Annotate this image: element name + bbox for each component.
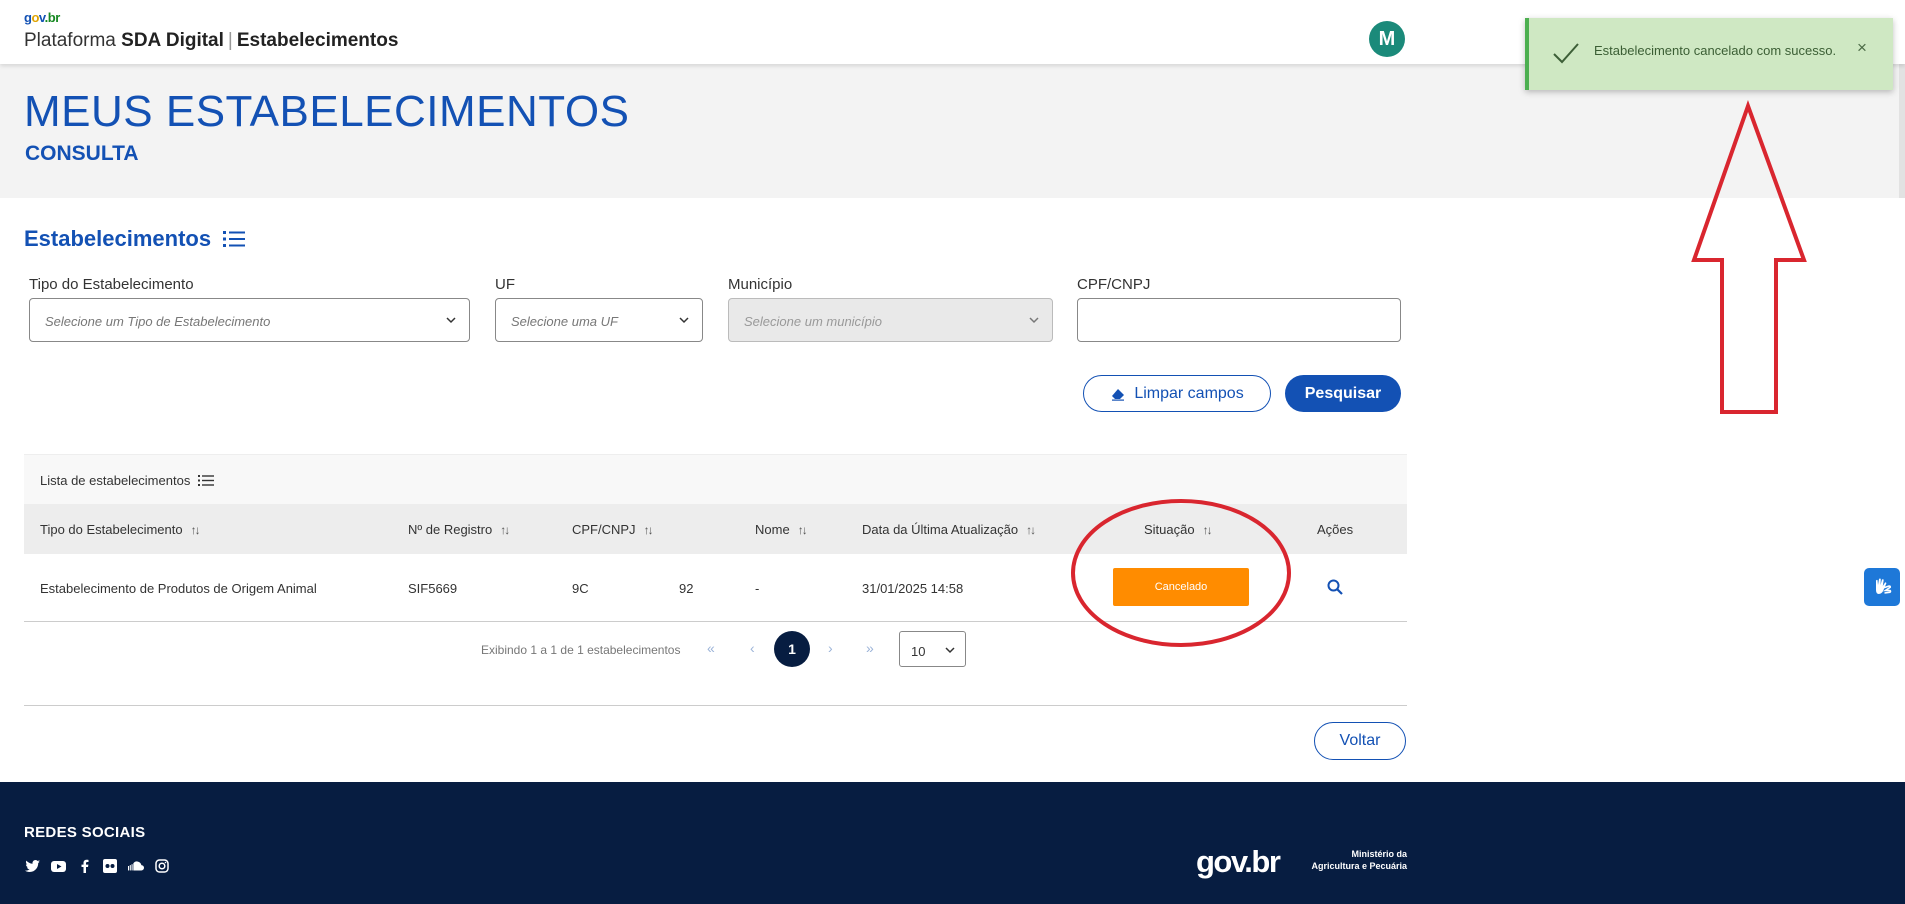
column-header-cpf[interactable]: CPF/CNPJ ↑↓ — [572, 522, 654, 537]
youtube-icon[interactable] — [50, 858, 66, 874]
check-icon — [1553, 43, 1579, 64]
footer: REDES SOCIAIS gov.br Ministério da Agric… — [0, 782, 1905, 904]
back-button[interactable]: Voltar — [1314, 722, 1406, 760]
column-header-situacao[interactable]: Situação ↑↓ — [1144, 522, 1213, 537]
cpf-input[interactable] — [1077, 298, 1401, 342]
page: gov.br Plataforma SDA Digital | Estabeleci… — [0, 0, 1905, 904]
eraser-icon — [1112, 388, 1125, 401]
platform-name: SDA Digital — [121, 30, 224, 51]
column-header-label: Tipo do Estabelecimento — [40, 522, 183, 537]
section-title-text: Estabelecimentos — [24, 226, 212, 251]
search-button-label: Pesquisar — [1304, 384, 1382, 402]
status-badge: Cancelado — [1113, 568, 1249, 606]
instagram-icon[interactable] — [154, 858, 170, 874]
sign-language-icon — [1876, 578, 1892, 594]
prev-page-button[interactable]: ‹ — [750, 640, 755, 656]
facebook-icon[interactable] — [76, 858, 92, 874]
user-avatar[interactable]: M — [1369, 21, 1405, 57]
chevron-down-icon — [1029, 317, 1039, 324]
first-page-button[interactable]: « — [707, 640, 715, 656]
ministerio-logo[interactable]: Ministério da Agricultura e Pecuária — [1300, 848, 1407, 872]
results-table: Lista de estabelecimentos Tipo do Estabe… — [24, 454, 1407, 622]
municipio-select[interactable]: Selecione um município — [728, 298, 1053, 342]
platform-label: Plataforma — [24, 30, 116, 51]
uf-placeholder: Selecione uma UF — [511, 314, 618, 329]
table-header-row: Tipo do Estabelecimento ↑↓ Nº de Registro… — [24, 504, 1407, 554]
list-icon — [223, 231, 246, 247]
chevron-down-icon — [945, 647, 955, 654]
column-header-data[interactable]: Data da Última Atualização ↑↓ — [862, 522, 1036, 537]
sort-icon[interactable]: ↑↓ — [644, 523, 654, 537]
twitter-icon[interactable] — [24, 858, 40, 874]
logo-letter-o: o — [31, 10, 39, 25]
municipio-placeholder: Selecione um município — [744, 314, 883, 329]
chevron-down-icon — [679, 317, 689, 324]
cell-cpf-end: 92 — [679, 581, 694, 596]
municipio-label: Município — [728, 276, 793, 293]
title-separator: | — [227, 30, 233, 51]
ministerio-line1: Ministério da — [1351, 849, 1407, 859]
column-header-tipo[interactable]: Tipo do Estabelecimento ↑↓ — [40, 522, 201, 537]
ministerio-line2: Agricultura e Pecuária — [1311, 861, 1407, 871]
social-title: REDES SOCIAIS — [24, 824, 146, 841]
toast-close-button[interactable]: × — [1857, 38, 1867, 58]
table-row[interactable]: Estabelecimento de Produtos de Origem An… — [24, 554, 1407, 622]
clear-fields-button[interactable]: Limpar campos — [1083, 375, 1271, 412]
sort-icon[interactable]: ↑↓ — [1203, 523, 1213, 537]
sort-icon[interactable]: ↑↓ — [500, 523, 510, 537]
sort-icon[interactable]: ↑↓ — [1026, 523, 1036, 537]
last-page-button[interactable]: » — [866, 640, 874, 656]
current-page-button[interactable]: 1 — [774, 631, 810, 667]
page-title: MEUS ESTABELECIMENTOS — [24, 87, 630, 136]
column-header-label: Data da Última Atualização — [862, 522, 1019, 537]
pagination-info: Exibindo 1 a 1 de 1 estabelecimentos — [481, 643, 681, 657]
tipo-select[interactable]: Selecione um Tipo de Estabelecimento — [29, 298, 470, 342]
section-title: Estabelecimentos — [24, 226, 246, 252]
page-size-select[interactable]: 10 — [899, 631, 966, 667]
page-size-value: 10 — [911, 644, 926, 659]
next-page-button[interactable]: › — [828, 640, 833, 656]
govbr-logo-small[interactable]: gov.br — [24, 10, 60, 25]
chevron-down-icon — [446, 317, 456, 324]
flickr-icon[interactable] — [102, 858, 118, 874]
column-header-label: CPF/CNPJ — [572, 522, 636, 537]
search-button[interactable]: Pesquisar — [1285, 375, 1401, 412]
table-caption-bar: Lista de estabelecimentos — [24, 454, 1407, 504]
search-icon[interactable] — [1326, 578, 1344, 596]
column-header-label: Situação — [1144, 522, 1195, 537]
cell-cpf-start: 9C — [572, 581, 589, 596]
table-caption-text: Lista de estabelecimentos — [40, 473, 191, 488]
column-header-acoes: Ações — [1317, 522, 1354, 537]
module-name: Estabelecimentos — [236, 30, 399, 51]
toast-message: Estabelecimento cancelado com sucesso. — [1594, 43, 1837, 58]
success-toast: Estabelecimento cancelado com sucesso. × — [1525, 18, 1893, 90]
list-icon — [198, 475, 215, 486]
table-caption: Lista de estabelecimentos — [40, 473, 215, 488]
column-header-registro[interactable]: Nº de Registro ↑↓ — [408, 522, 510, 537]
govbr-logo[interactable]: gov.br — [1196, 844, 1281, 880]
uf-label: UF — [495, 276, 515, 293]
cell-registro: SIF5669 — [408, 581, 458, 596]
back-button-label: Voltar — [1339, 732, 1381, 749]
divider — [24, 705, 1407, 706]
logo-letter-br: .br — [44, 10, 61, 25]
platform-title: Plataforma SDA Digital | Estabelecimentos — [24, 30, 398, 52]
column-header-nome[interactable]: Nome ↑↓ — [755, 522, 808, 537]
uf-select[interactable]: Selecione uma UF — [495, 298, 703, 342]
sort-icon[interactable]: ↑↓ — [798, 523, 808, 537]
page-subtitle: CONSULTA — [25, 142, 139, 165]
cell-nome: - — [755, 581, 760, 596]
cell-tipo: Estabelecimento de Produtos de Origem An… — [40, 581, 317, 596]
vlibras-accessibility-button[interactable] — [1864, 568, 1900, 606]
sort-icon[interactable]: ↑↓ — [191, 523, 201, 537]
cpf-label: CPF/CNPJ — [1077, 276, 1151, 293]
soundcloud-icon[interactable] — [128, 858, 144, 874]
social-links — [24, 858, 170, 874]
tipo-placeholder: Selecione um Tipo de Estabelecimento — [45, 314, 271, 329]
clear-fields-label: Limpar campos — [1134, 384, 1244, 402]
column-header-label: Nome — [755, 522, 790, 537]
cell-data: 31/01/2025 14:58 — [862, 581, 964, 596]
column-header-label: Nº de Registro — [408, 522, 493, 537]
tipo-label: Tipo do Estabelecimento — [29, 276, 194, 293]
